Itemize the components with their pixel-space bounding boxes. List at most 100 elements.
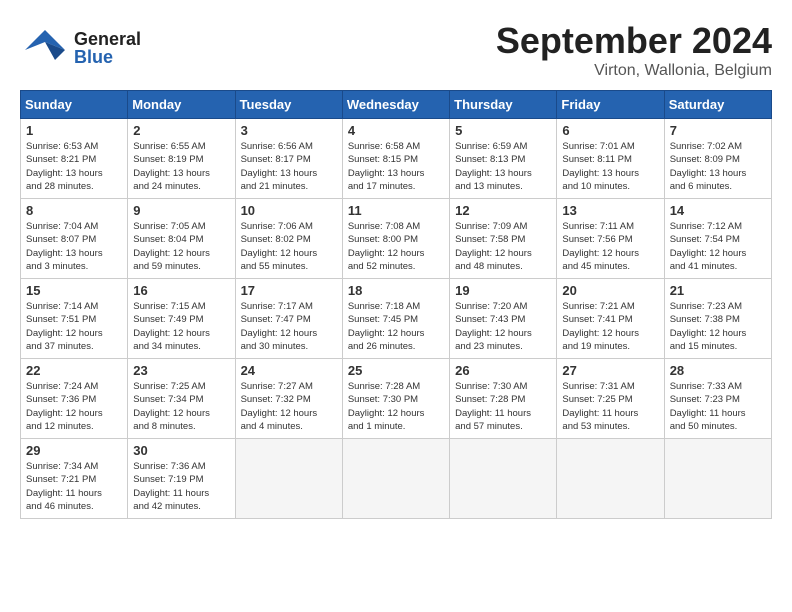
table-cell: [450, 439, 557, 519]
table-row: 22 Sunrise: 7:24 AM Sunset: 7:36 PM Dayli…: [21, 359, 772, 439]
calendar-table: Sunday Monday Tuesday Wednesday Thursday…: [20, 90, 772, 519]
day-number: 30: [133, 443, 229, 458]
day-info: Sunrise: 7:30 AM Sunset: 7:28 PM Dayligh…: [455, 380, 551, 433]
table-cell: 24 Sunrise: 7:27 AM Sunset: 7:32 PM Dayli…: [235, 359, 342, 439]
table-cell: 21 Sunrise: 7:23 AM Sunset: 7:38 PM Dayli…: [664, 279, 771, 359]
table-cell: 7Sunrise: 7:02 AM Sunset: 8:09 PM Daylig…: [664, 119, 771, 199]
day-info: Sunrise: 6:58 AM Sunset: 8:15 PM Dayligh…: [348, 140, 444, 193]
day-number: 26: [455, 363, 551, 378]
day-number: 17: [241, 283, 337, 298]
day-number: 12: [455, 203, 551, 218]
table-cell: 5 Sunrise: 6:59 AM Sunset: 8:13 PM Daylig…: [450, 119, 557, 199]
day-info: Sunrise: 6:53 AM Sunset: 8:21 PM Dayligh…: [26, 140, 122, 193]
table-row: 1 Sunrise: 6:53 AM Sunset: 8:21 PM Daylig…: [21, 119, 772, 199]
day-number: 24: [241, 363, 337, 378]
day-info: Sunrise: 6:55 AM Sunset: 8:19 PM Dayligh…: [133, 140, 229, 193]
day-number: 3: [241, 123, 337, 138]
table-cell: 30Sunrise: 7:36 AM Sunset: 7:19 PM Dayli…: [128, 439, 235, 519]
day-info: Sunrise: 7:27 AM Sunset: 7:32 PM Dayligh…: [241, 380, 337, 433]
table-cell: 2 Sunrise: 6:55 AM Sunset: 8:19 PM Daylig…: [128, 119, 235, 199]
day-info: Sunrise: 7:09 AM Sunset: 7:58 PM Dayligh…: [455, 220, 551, 273]
day-number: 11: [348, 203, 444, 218]
day-info: Sunrise: 7:12 AM Sunset: 7:54 PM Dayligh…: [670, 220, 766, 273]
day-number: 5: [455, 123, 551, 138]
table-cell: 4 Sunrise: 6:58 AM Sunset: 8:15 PM Daylig…: [342, 119, 449, 199]
logo-general-text: General: [74, 30, 141, 48]
day-number: 28: [670, 363, 766, 378]
table-cell: 15 Sunrise: 7:14 AM Sunset: 7:51 PM Dayli…: [21, 279, 128, 359]
day-info: Sunrise: 7:33 AM Sunset: 7:23 PM Dayligh…: [670, 380, 766, 433]
day-number: 2: [133, 123, 229, 138]
day-number: 23: [133, 363, 229, 378]
day-info: Sunrise: 7:28 AM Sunset: 7:30 PM Dayligh…: [348, 380, 444, 433]
table-cell: [557, 439, 664, 519]
table-row: 15 Sunrise: 7:14 AM Sunset: 7:51 PM Dayli…: [21, 279, 772, 359]
day-info: Sunrise: 7:24 AM Sunset: 7:36 PM Dayligh…: [26, 380, 122, 433]
table-cell: 20Sunrise: 7:21 AM Sunset: 7:41 PM Dayli…: [557, 279, 664, 359]
day-info: Sunrise: 7:17 AM Sunset: 7:47 PM Dayligh…: [241, 300, 337, 353]
table-cell: 18 Sunrise: 7:18 AM Sunset: 7:45 PM Dayli…: [342, 279, 449, 359]
logo: General Blue: [20, 20, 141, 76]
weekday-sunday: Sunday: [21, 91, 128, 119]
logo-text-block: General Blue: [74, 30, 141, 66]
table-cell: 29 Sunrise: 7:34 AM Sunset: 7:21 PM Dayli…: [21, 439, 128, 519]
day-info: Sunrise: 6:56 AM Sunset: 8:17 PM Dayligh…: [241, 140, 337, 193]
table-cell: 9Sunrise: 7:05 AM Sunset: 8:04 PM Daylig…: [128, 199, 235, 279]
table-cell: 22 Sunrise: 7:24 AM Sunset: 7:36 PM Dayli…: [21, 359, 128, 439]
day-number: 15: [26, 283, 122, 298]
day-info: Sunrise: 6:59 AM Sunset: 8:13 PM Dayligh…: [455, 140, 551, 193]
table-cell: 17 Sunrise: 7:17 AM Sunset: 7:47 PM Dayli…: [235, 279, 342, 359]
table-cell: 10 Sunrise: 7:06 AM Sunset: 8:02 PM Dayli…: [235, 199, 342, 279]
day-info: Sunrise: 7:20 AM Sunset: 7:43 PM Dayligh…: [455, 300, 551, 353]
day-info: Sunrise: 7:11 AM Sunset: 7:56 PM Dayligh…: [562, 220, 658, 273]
day-info: Sunrise: 7:31 AM Sunset: 7:25 PM Dayligh…: [562, 380, 658, 433]
table-row: 8Sunrise: 7:04 AM Sunset: 8:07 PM Daylig…: [21, 199, 772, 279]
table-cell: 27 Sunrise: 7:31 AM Sunset: 7:25 PM Dayli…: [557, 359, 664, 439]
day-number: 27: [562, 363, 658, 378]
weekday-tuesday: Tuesday: [235, 91, 342, 119]
table-cell: 13 Sunrise: 7:11 AM Sunset: 7:56 PM Dayli…: [557, 199, 664, 279]
day-number: 21: [670, 283, 766, 298]
day-info: Sunrise: 7:08 AM Sunset: 8:00 PM Dayligh…: [348, 220, 444, 273]
day-number: 18: [348, 283, 444, 298]
table-cell: [664, 439, 771, 519]
table-cell: 16Sunrise: 7:15 AM Sunset: 7:49 PM Dayli…: [128, 279, 235, 359]
title-area: September 2024 Virton, Wallonia, Belgium: [496, 20, 772, 80]
table-row: 29 Sunrise: 7:34 AM Sunset: 7:21 PM Dayli…: [21, 439, 772, 519]
weekday-friday: Friday: [557, 91, 664, 119]
day-number: 19: [455, 283, 551, 298]
weekday-saturday: Saturday: [664, 91, 771, 119]
day-info: Sunrise: 7:06 AM Sunset: 8:02 PM Dayligh…: [241, 220, 337, 273]
table-cell: 8Sunrise: 7:04 AM Sunset: 8:07 PM Daylig…: [21, 199, 128, 279]
table-cell: [342, 439, 449, 519]
table-cell: 11 Sunrise: 7:08 AM Sunset: 8:00 PM Dayli…: [342, 199, 449, 279]
day-number: 10: [241, 203, 337, 218]
day-info: Sunrise: 7:15 AM Sunset: 7:49 PM Dayligh…: [133, 300, 229, 353]
day-number: 8: [26, 203, 122, 218]
day-number: 20: [562, 283, 658, 298]
day-number: 1: [26, 123, 122, 138]
logo-icon: [20, 20, 70, 76]
calendar-header-row: Sunday Monday Tuesday Wednesday Thursday…: [21, 91, 772, 119]
weekday-monday: Monday: [128, 91, 235, 119]
day-number: 25: [348, 363, 444, 378]
table-cell: 1 Sunrise: 6:53 AM Sunset: 8:21 PM Daylig…: [21, 119, 128, 199]
day-info: Sunrise: 7:14 AM Sunset: 7:51 PM Dayligh…: [26, 300, 122, 353]
day-info: Sunrise: 7:18 AM Sunset: 7:45 PM Dayligh…: [348, 300, 444, 353]
day-number: 6: [562, 123, 658, 138]
day-info: Sunrise: 7:05 AM Sunset: 8:04 PM Dayligh…: [133, 220, 229, 273]
table-cell: 19 Sunrise: 7:20 AM Sunset: 7:43 PM Dayli…: [450, 279, 557, 359]
day-info: Sunrise: 7:01 AM Sunset: 8:11 PM Dayligh…: [562, 140, 658, 193]
table-cell: [235, 439, 342, 519]
day-number: 29: [26, 443, 122, 458]
day-info: Sunrise: 7:23 AM Sunset: 7:38 PM Dayligh…: [670, 300, 766, 353]
day-number: 13: [562, 203, 658, 218]
weekday-wednesday: Wednesday: [342, 91, 449, 119]
table-cell: 12 Sunrise: 7:09 AM Sunset: 7:58 PM Dayli…: [450, 199, 557, 279]
page-header: General Blue September 2024 Virton, Wall…: [20, 20, 772, 80]
day-number: 4: [348, 123, 444, 138]
table-cell: 26 Sunrise: 7:30 AM Sunset: 7:28 PM Dayli…: [450, 359, 557, 439]
day-number: 14: [670, 203, 766, 218]
day-info: Sunrise: 7:34 AM Sunset: 7:21 PM Dayligh…: [26, 460, 122, 513]
day-number: 22: [26, 363, 122, 378]
